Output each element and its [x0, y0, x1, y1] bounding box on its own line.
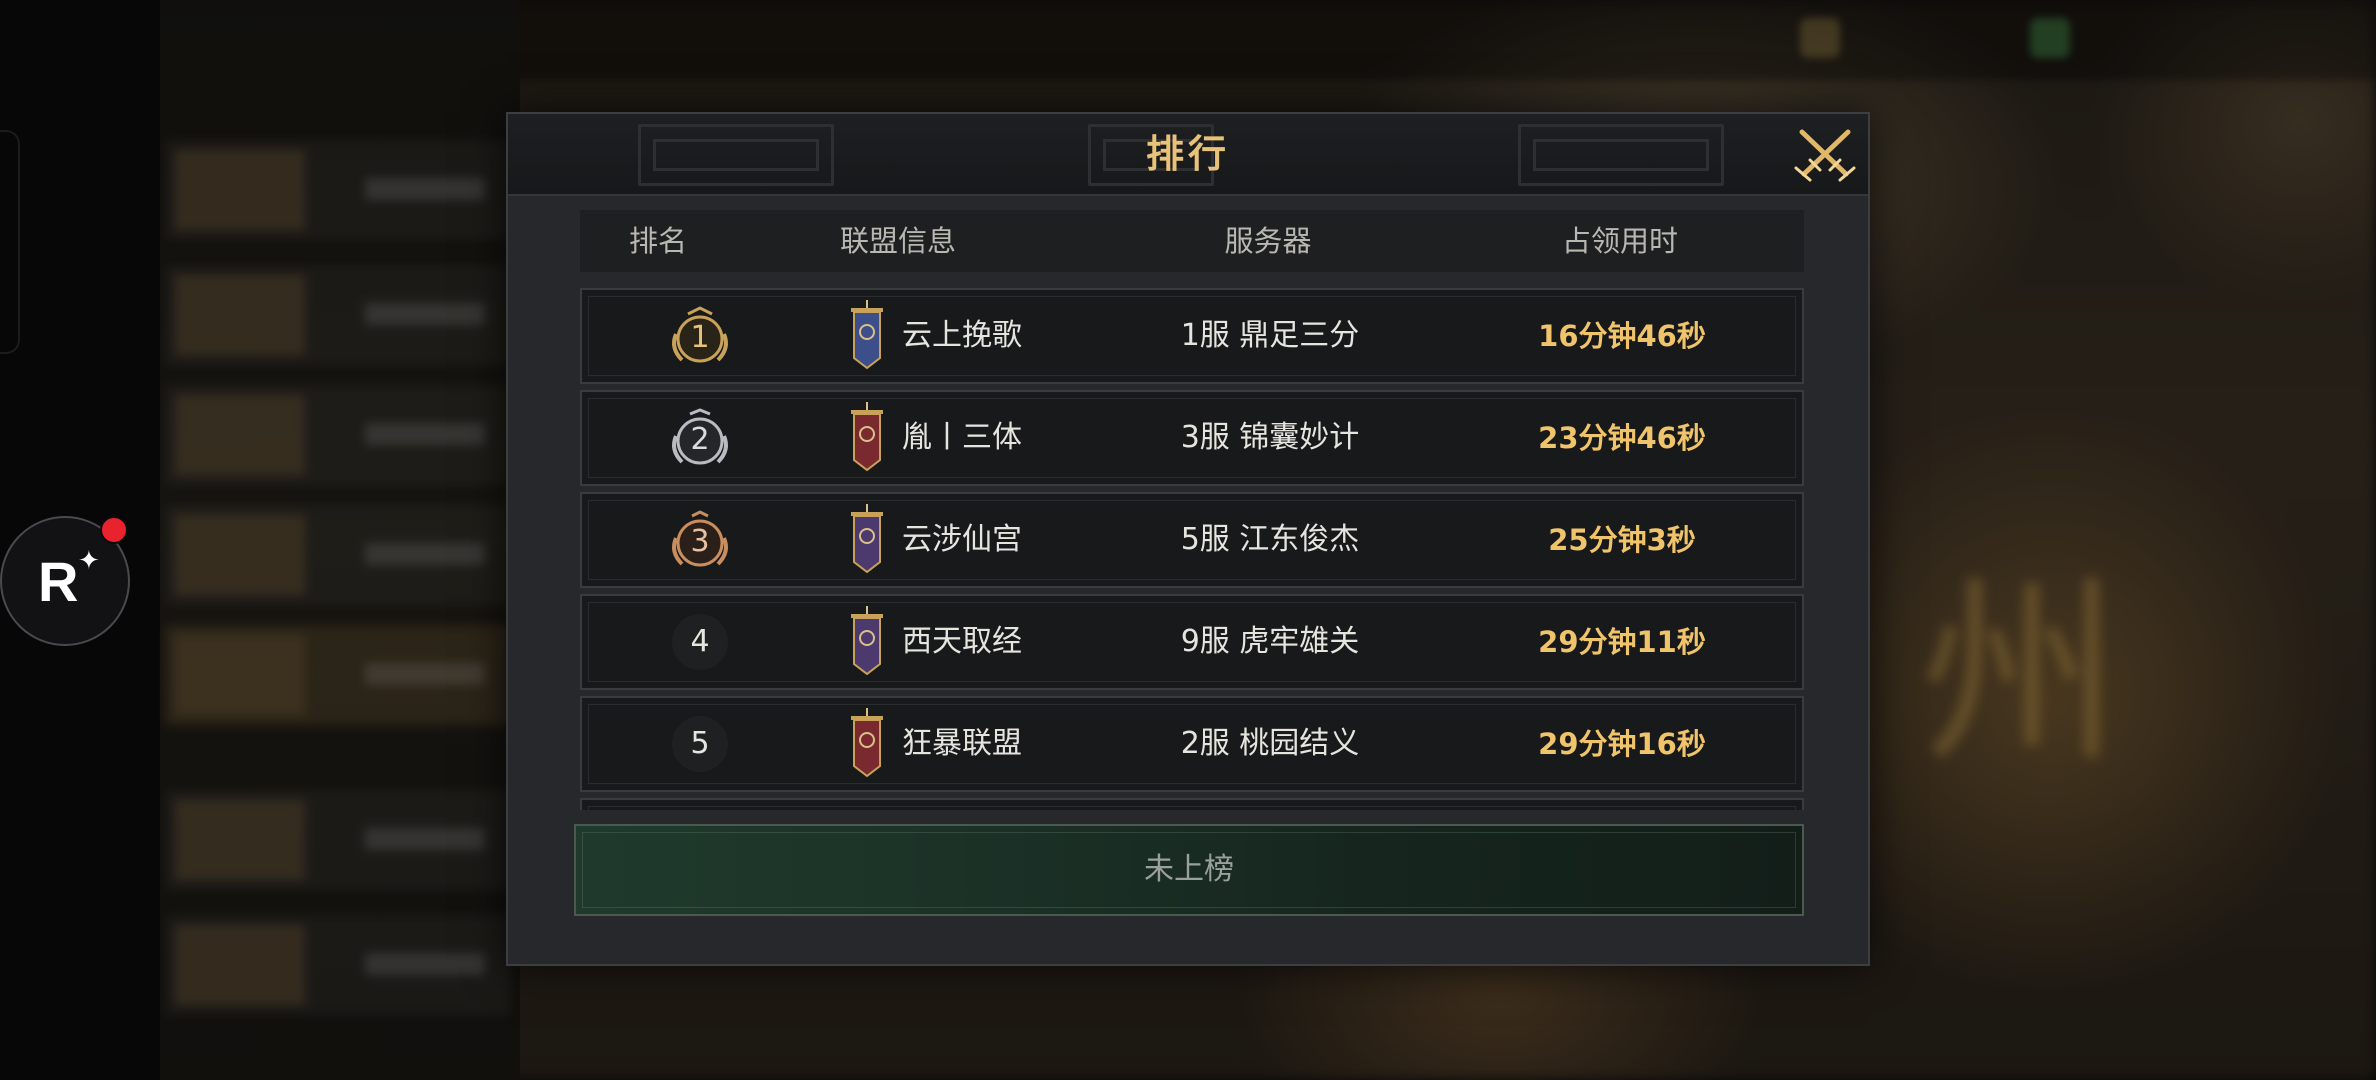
- banner-icon: [851, 504, 883, 574]
- sparkle-icon: ✦: [78, 546, 100, 576]
- alliance-name: 西天取经: [902, 624, 1022, 659]
- dialog-header: 排行: [508, 114, 1868, 196]
- table-header: 排名 联盟信息 服务器 占领用时: [580, 210, 1804, 272]
- header-rank: 排名: [628, 224, 687, 258]
- my-rank-label: 未上榜: [1144, 852, 1234, 887]
- notification-dot: [100, 516, 128, 544]
- server-name: 1服 鼎足三分: [1180, 318, 1360, 353]
- alliance-name: 云涉仙宫: [902, 522, 1022, 557]
- banner-icon: [851, 606, 883, 676]
- occupation-time: 16分钟46秒: [1538, 319, 1706, 353]
- header-alliance: 联盟信息: [839, 224, 956, 258]
- banner-icon: [851, 708, 883, 778]
- alliance-name: 狂暴联盟: [902, 726, 1022, 761]
- my-rank-bar[interactable]: 未上榜: [574, 824, 1804, 916]
- table-row-partial[interactable]: [580, 798, 1804, 810]
- table-row[interactable]: 5 狂暴联盟 2服 桃园结义 29分钟16秒: [580, 696, 1804, 792]
- rank-number: 5: [672, 716, 728, 772]
- alliance-name: 胤丨三体: [902, 420, 1022, 455]
- rank-number: 3: [690, 524, 710, 559]
- ranking-dialog: 排行 排名 联盟信息 服务器 占领用时 1 云上挽歌 1服 鼎足三分 16分钟4…: [506, 112, 1870, 966]
- occupation-time: 29分钟11秒: [1538, 625, 1706, 659]
- rank-number: 4: [672, 614, 728, 670]
- server-name: 3服 锦囊妙计: [1180, 420, 1360, 455]
- table-row[interactable]: 3 云涉仙宫 5服 江东俊杰 25分钟3秒: [580, 492, 1804, 588]
- banner-icon: [851, 402, 883, 472]
- dialog-title: 排行: [1145, 132, 1230, 176]
- server-name: 2服 桃园结义: [1180, 726, 1360, 761]
- table-row[interactable]: 1 云上挽歌 1服 鼎足三分 16分钟46秒: [580, 288, 1804, 384]
- rank-number: 1: [690, 320, 710, 355]
- game-screen: 州 R ✦ 排行 排名 联盟信息 服务器 占领用时 1 云上挽歌 1服 鼎足三分…: [0, 0, 2376, 1080]
- assistant-label: R: [38, 550, 79, 613]
- occupation-time: 29分钟16秒: [1538, 727, 1706, 761]
- occupation-time: 23分钟46秒: [1538, 421, 1706, 455]
- server-name: 5服 江东俊杰: [1180, 522, 1360, 557]
- table-row[interactable]: 4 西天取经 9服 虎牢雄关 29分钟11秒: [580, 594, 1804, 690]
- header-server: 服务器: [1224, 224, 1312, 258]
- alliance-name: 云上挽歌: [902, 318, 1022, 353]
- header-time: 占领用时: [1561, 224, 1678, 258]
- banner-icon: [851, 300, 883, 370]
- rank-number: 2: [690, 422, 710, 457]
- crossed-swords-icon[interactable]: [1792, 124, 1858, 184]
- ranking-table: 排名 联盟信息 服务器 占领用时 1 云上挽歌 1服 鼎足三分 16分钟46秒 …: [572, 210, 1804, 810]
- server-name: 9服 虎牢雄关: [1180, 624, 1360, 659]
- table-row[interactable]: 2 胤丨三体 3服 锦囊妙计 23分钟46秒: [580, 390, 1804, 486]
- occupation-time: 25分钟3秒: [1548, 523, 1696, 557]
